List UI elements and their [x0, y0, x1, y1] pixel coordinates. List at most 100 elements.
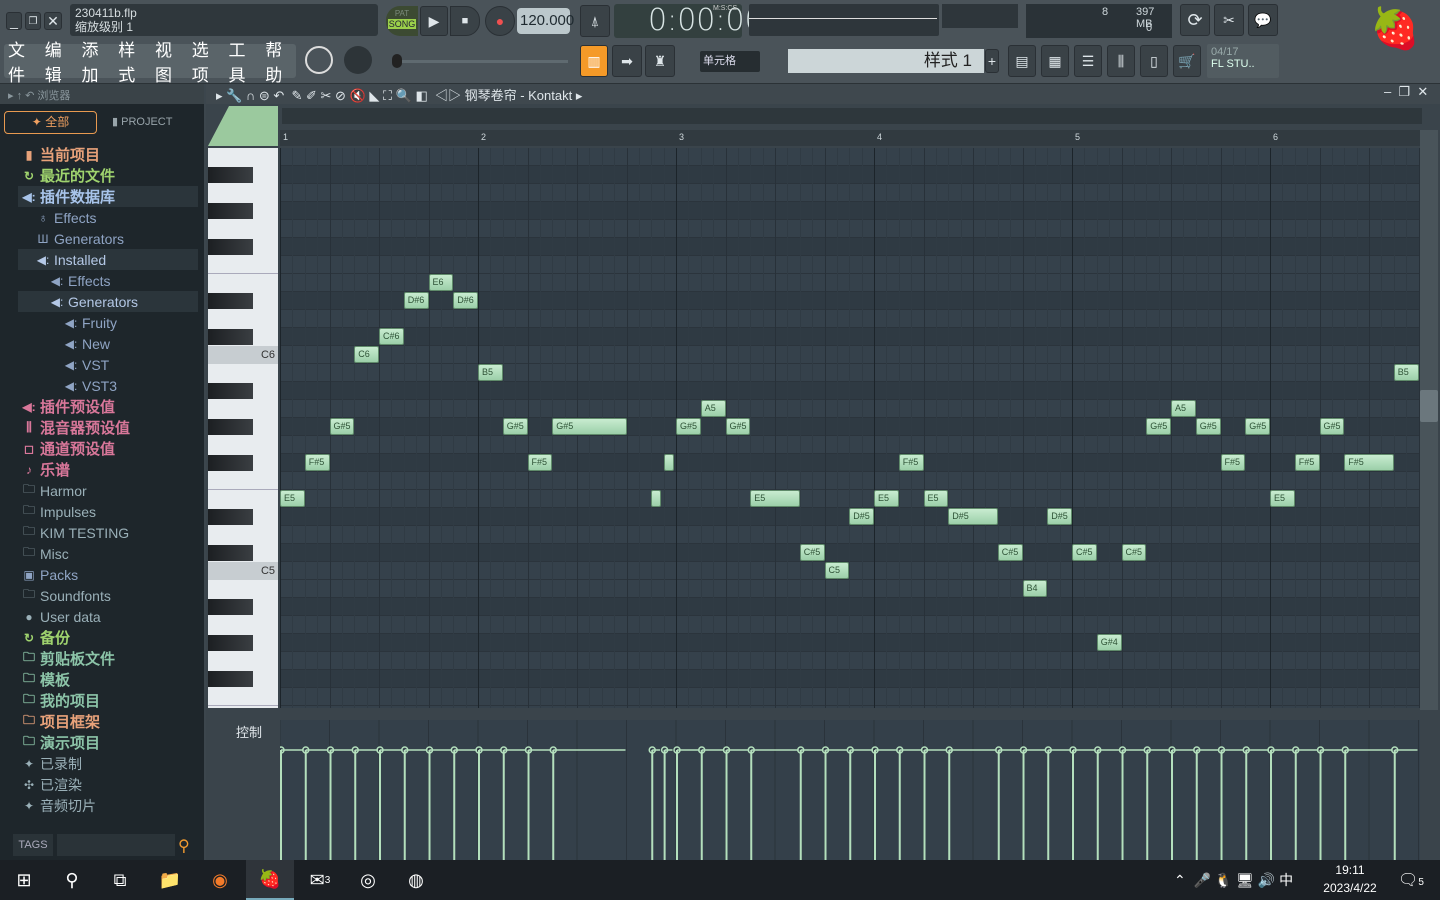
browser-item[interactable]: 🗀 模板 — [18, 669, 198, 690]
black-key[interactable] — [208, 419, 253, 435]
note[interactable]: E5 — [923, 490, 949, 507]
browser-item[interactable]: ◀: 插件预设值 — [18, 396, 198, 417]
browser-item[interactable]: 🗀 项目框架 — [18, 711, 198, 732]
timeline-ruler[interactable]: 1 2 3 4 5 6 — [280, 130, 1420, 146]
note[interactable]: C#5 — [1072, 544, 1097, 561]
obs-icon[interactable]: ◍ — [392, 860, 440, 900]
browser-item[interactable]: 🗀 KIM TESTING — [18, 522, 198, 543]
search-icon[interactable]: ⚲ — [48, 860, 96, 900]
black-key[interactable] — [208, 293, 253, 309]
control-label[interactable]: 控制 — [236, 722, 262, 741]
black-key[interactable] — [208, 545, 253, 561]
main-slider[interactable] — [392, 54, 568, 68]
news-panel[interactable]: 04/17 FL STU.. — [1207, 44, 1279, 78]
note[interactable]: E5 — [1270, 490, 1295, 507]
browser-item[interactable]: ▮ 当前项目 — [18, 144, 198, 165]
note[interactable]: D#6 — [453, 292, 478, 309]
tempo-display[interactable]: 120.000 — [517, 8, 574, 34]
note[interactable]: G#5 — [725, 418, 751, 435]
note[interactable]: C#5 — [997, 544, 1023, 561]
tab-project[interactable]: ▮ PROJECT — [112, 115, 172, 128]
note[interactable]: D#6 — [403, 292, 429, 309]
chat-icon[interactable]: 💬 — [1248, 4, 1278, 36]
note[interactable]: B4 — [1022, 580, 1048, 597]
browser-item[interactable]: ↻ 最近的文件 — [18, 165, 198, 186]
piano-keyboard[interactable]: C6 C5 — [208, 148, 278, 708]
stop-button[interactable]: ■ — [450, 6, 480, 36]
bar-number[interactable]: 5 — [1075, 132, 1080, 142]
note[interactable]: G#5 — [676, 418, 701, 435]
note[interactable]: B5 — [1393, 364, 1419, 381]
note[interactable]: F#5 — [1344, 454, 1394, 471]
black-key[interactable] — [208, 203, 253, 219]
browser-item[interactable]: ◀: Generators — [18, 291, 198, 312]
pattern-selector[interactable]: 样式 1 — [788, 49, 984, 73]
note[interactable]: E6 — [428, 274, 454, 291]
note-grid[interactable]: E5 F#5 G#5 C6 C#6 D#6 E6 D#6 B5 G#5 F#5 G#5 G#5 A5 G#5… — [280, 148, 1420, 708]
browser-item[interactable]: ⫼ 混音器预设值 — [18, 417, 198, 438]
master-pitch-knob[interactable] — [344, 46, 372, 74]
browser-item[interactable]: 🗀 Impulses — [18, 501, 198, 522]
master-volume-knob[interactable] — [305, 46, 333, 74]
tool-icons[interactable]: ▸ 🔧 ∩ ⊜ ↶ ✎ ✐ ✂ ⊘ 🔇 ◣ ⛶ 🔍 ◧ ◁▷ — [216, 88, 465, 103]
refresh-icon[interactable]: ⟳ — [1180, 4, 1210, 36]
note[interactable] — [663, 454, 674, 471]
bar-number[interactable]: 3 — [679, 132, 684, 142]
browser-item[interactable]: ◀: Fruity — [18, 312, 198, 333]
firefox-icon[interactable]: ◉ — [196, 860, 244, 900]
bar-number[interactable]: 4 — [877, 132, 882, 142]
black-key[interactable] — [208, 167, 253, 183]
clock[interactable]: 19:11 2023/4/22 — [1320, 863, 1380, 895]
note[interactable]: C6 — [354, 346, 379, 363]
note[interactable]: G#5 — [1195, 418, 1221, 435]
browser-item[interactable]: ↻ 备份 — [18, 627, 198, 648]
start-icon[interactable]: ⊞ — [0, 860, 48, 900]
note[interactable]: A5 — [1171, 400, 1196, 417]
browser-item[interactable]: 🗀 Misc — [18, 543, 198, 564]
browser-item[interactable]: ♪ 乐谱 — [18, 459, 198, 480]
menu-item[interactable]: 视图 — [155, 36, 186, 86]
note[interactable]: F#5 — [1220, 454, 1246, 471]
bar-number[interactable]: 6 — [1273, 132, 1278, 142]
menu-item[interactable]: 样式 — [118, 36, 149, 86]
add-pattern-button[interactable]: + — [985, 49, 999, 73]
note[interactable]: G#5 — [329, 418, 355, 435]
browser-item[interactable]: ◀: VST — [18, 354, 198, 375]
piano-roll-window-icon[interactable]: ▦ — [1041, 45, 1069, 77]
notification-icon[interactable]: 🗨5 — [1398, 870, 1424, 890]
pat-song-toggle[interactable]: PAT SONG — [386, 6, 418, 36]
note[interactable]: G#5 — [502, 418, 528, 435]
browser-item[interactable]: 🗀 Soundfonts — [18, 585, 198, 606]
ime-indicator[interactable]: 中 — [1279, 872, 1293, 888]
menu-item[interactable]: 编辑 — [45, 36, 76, 86]
black-key[interactable] — [208, 509, 253, 525]
metronome-icon[interactable]: ⍋ — [580, 5, 610, 37]
window-controls[interactable]: – ❐ ✕ — [1384, 84, 1428, 100]
close-button[interactable]: ✕ — [44, 12, 62, 30]
browser-item[interactable]: ◀: VST3 — [18, 375, 198, 396]
browser-item[interactable]: Ш Generators — [18, 228, 198, 249]
browser-item[interactable]: 🗀 Harmor — [18, 480, 198, 501]
black-key[interactable] — [208, 239, 253, 255]
c-key[interactable]: C5 — [208, 562, 278, 580]
play-button[interactable]: ▶ — [420, 6, 448, 36]
browser-item[interactable]: 🗀 我的项目 — [18, 690, 198, 711]
note[interactable]: D#5 — [849, 508, 874, 525]
note[interactable]: G#4 — [1096, 634, 1122, 651]
note[interactable]: B5 — [478, 364, 503, 381]
channel-rack-icon[interactable]: ☰ — [1074, 45, 1102, 77]
note[interactable]: D#5 — [1047, 508, 1072, 525]
note[interactable]: E5 — [874, 490, 899, 507]
mail-icon[interactable]: ✉ 3 — [296, 860, 344, 900]
browser-item[interactable]: ◻ 通道预设值 — [18, 438, 198, 459]
step-edit-arrow-icon[interactable]: ➡ — [612, 45, 642, 77]
browser-icon[interactable]: ▯ — [1140, 45, 1168, 77]
note[interactable]: F#5 — [898, 454, 924, 471]
note[interactable]: C#5 — [1121, 544, 1147, 561]
note[interactable]: C#5 — [799, 544, 825, 561]
note[interactable]: A5 — [700, 400, 726, 417]
black-key[interactable] — [208, 599, 253, 615]
browser-item[interactable]: ♁ Effects — [18, 207, 198, 228]
browser-item[interactable]: ▣ Packs — [18, 564, 198, 585]
minimize-button[interactable]: _ — [6, 12, 22, 30]
